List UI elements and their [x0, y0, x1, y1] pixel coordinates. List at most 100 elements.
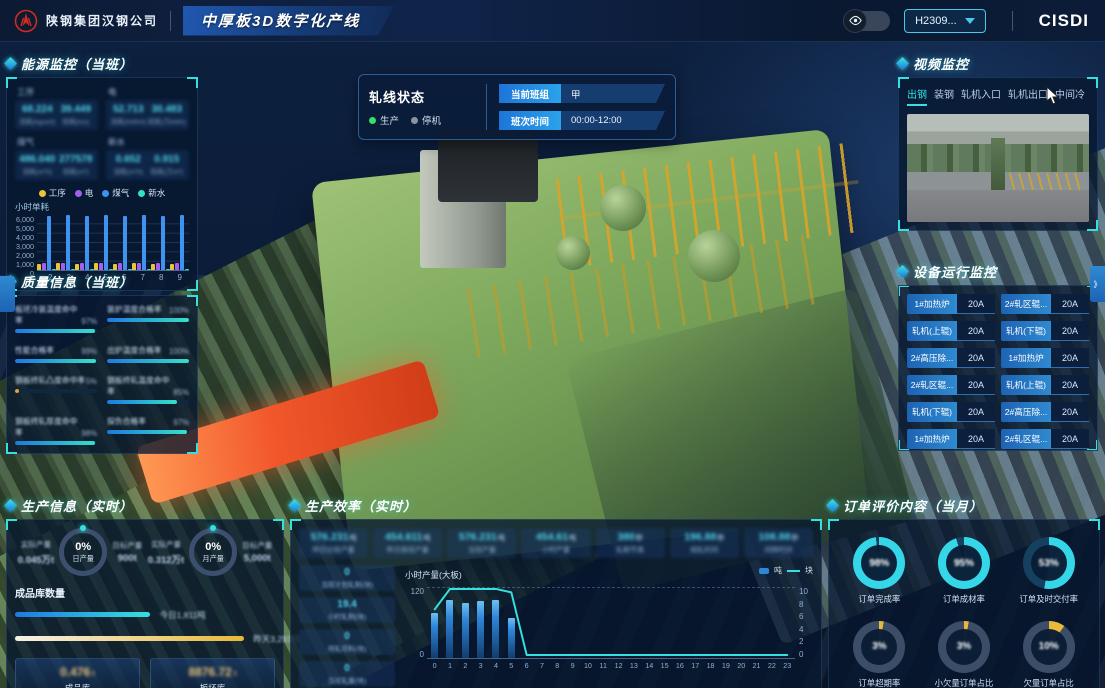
- equipment-row: 轧机(上辊)20A: [907, 321, 995, 341]
- hourly-bar: [504, 588, 519, 658]
- equipment-row: 1#加热炉20A: [1001, 348, 1089, 368]
- page-title: 中厚板3D数字化产线: [183, 6, 394, 36]
- heat-number-value: H2309...: [915, 15, 957, 27]
- producing-status-dot: [369, 117, 376, 124]
- diamond-icon: [4, 57, 17, 70]
- line-status-legend: 生产 停机: [369, 113, 474, 127]
- hourly-chart-left-axis: 1200: [405, 587, 427, 659]
- side-card: 0待轧坯料(块): [299, 629, 395, 655]
- panel-video-monitor: 视频监控 出钢 装钢 轧机入口 轧机出口 中间冷 电加热: [898, 54, 1098, 231]
- quality-item: 装炉温度合格率100%: [107, 304, 189, 333]
- equipment-label-badge[interactable]: 2#高压除...: [1001, 402, 1051, 422]
- gauge-on-time-delivery: 53% 订单及时交付率: [1019, 537, 1078, 605]
- hourly-bar: [488, 588, 503, 658]
- equipment-label-badge[interactable]: 轧机(下辊): [1001, 321, 1051, 341]
- panel-production-efficiency: 生产效率（实时） 576.231吨昨日白班产量 454.611吨昨日夜班产量 5…: [290, 496, 822, 688]
- equipment-current-value: 20A: [957, 402, 995, 422]
- video-floor: [907, 190, 1089, 222]
- equipment-label-badge[interactable]: 轧机(上辊): [1001, 375, 1051, 395]
- diamond-icon: [896, 57, 909, 70]
- stat-card: 576.231吨昨日白班产量: [299, 528, 368, 558]
- equipment-label-badge[interactable]: 轧机(上辊): [907, 321, 957, 341]
- diamond-icon: [4, 499, 17, 512]
- production-panel-title: 生产信息（实时）: [6, 496, 284, 515]
- gauge-shortage-ratio: 10% 欠量订单占比: [1023, 621, 1075, 688]
- equipment-label-badge[interactable]: 2#轧区辊...: [907, 375, 957, 395]
- hourly-bar: [749, 588, 764, 658]
- equipment-row: 2#高压除...20A: [907, 348, 995, 368]
- daily-output-donut: 0%日产量: [59, 528, 107, 576]
- stat-card: 108.88秒间隙时间: [744, 528, 813, 558]
- tab-tapping[interactable]: 出钢: [907, 86, 927, 106]
- equipment-current-value: 20A: [957, 294, 995, 314]
- hourly-chart-title: 小时产量(大板): [405, 570, 462, 580]
- equipment-label-badge[interactable]: 轧机(下辊): [907, 402, 957, 422]
- equipment-panel-collapse-tab[interactable]: 》: [1090, 266, 1105, 302]
- quality-item: 钢板终轧厚度命中率98%: [15, 416, 97, 445]
- equipment-row: 1#加热炉20A: [907, 294, 995, 314]
- energy-bar-group: [56, 215, 75, 270]
- tab-charging[interactable]: 装钢: [934, 86, 954, 106]
- hourly-bar: [458, 588, 473, 658]
- energy-bar-group: [37, 215, 56, 270]
- hourly-bar: [596, 588, 611, 658]
- equipment-row: 2#高压除...20A: [1001, 402, 1089, 422]
- monthly-output-donut: 0%月产量: [189, 528, 237, 576]
- equipment-label-badge[interactable]: 2#轧区辊...: [1001, 429, 1051, 449]
- hourly-bar: [764, 588, 779, 658]
- header-bar: 陕钢集团汉钢公司 中厚板3D数字化产线 H2309... CISDI: [0, 0, 1105, 42]
- hourly-bar: [427, 588, 442, 658]
- quality-panel-collapse-tab[interactable]: [0, 276, 15, 312]
- company-name: 陕钢集团汉钢公司: [46, 12, 158, 29]
- line-legend-icon: [787, 570, 800, 572]
- equipment-row: 2#轧区辊...20A: [1001, 294, 1089, 314]
- quality-items: 板坯冷装温度命中率97% 装炉温度合格率100% 性能合格率99% 出炉温度合格…: [15, 304, 189, 445]
- equipment-row: 2#轧区辊...20A: [1001, 429, 1089, 449]
- slab-stock-card: 8876.72t 板坯库: [150, 658, 275, 688]
- equipment-label-badge[interactable]: 1#加热炉: [1001, 348, 1051, 368]
- heat-number-dropdown[interactable]: H2309...: [904, 9, 986, 33]
- hourly-bar: [703, 588, 718, 658]
- equipment-list: 1#加热炉20A2#轧区辊...20A轧机(上辊)20A轧机(下辊)20A2#高…: [907, 294, 1089, 449]
- equipment-label-badge[interactable]: 1#加热炉: [907, 429, 957, 449]
- gauge-small-shortage: 3% 小欠量订单占比: [935, 621, 994, 688]
- gauge-order-yield: 95% 订单成材率: [938, 537, 990, 605]
- stat-card: 196.88秒纯轧时间: [670, 528, 739, 558]
- chevron-down-icon: [965, 18, 975, 24]
- equipment-label-badge[interactable]: 2#高压除...: [907, 348, 957, 368]
- side-card: 0当班计划轧制(块): [299, 565, 395, 591]
- energy-group-gas: 煤气 486.040消耗(m³/t) 277578班耗(m³): [15, 136, 98, 180]
- energy-bar-group: [113, 215, 132, 270]
- dashboard-root: 陕钢集团汉钢公司 中厚板3D数字化产线 H2309... CISDI: [0, 0, 1105, 688]
- line-status-title: 轧线状态: [369, 87, 474, 106]
- tab-mill-exit[interactable]: 轧机出口: [1008, 86, 1048, 106]
- equipment-current-value: 20A: [1051, 375, 1089, 395]
- tab-intermediate-cooling[interactable]: 中间冷: [1055, 86, 1085, 106]
- equipment-label-badge[interactable]: 2#轧区辊...: [1001, 294, 1051, 314]
- visibility-toggle[interactable]: [844, 11, 890, 31]
- equipment-current-value: 20A: [1051, 402, 1089, 422]
- finished-stock-card: 0.476t 成品库: [15, 658, 140, 688]
- hourly-chart-legend: 吨 块: [759, 565, 813, 576]
- hourly-bar: [534, 588, 549, 658]
- panel-quality-info: 质量信息（当班） 板坯冷装温度命中率97% 装炉温度合格率100% 性能合格率9…: [6, 272, 198, 454]
- hourly-bar: [688, 588, 703, 658]
- hourly-bar: [550, 588, 565, 658]
- gauge-order-completion: 98% 订单完成率: [853, 537, 905, 605]
- quality-item: 钢板终轧凸度命中率5%: [15, 375, 97, 404]
- energy-chart-legend: 工序 电 煤气 新水: [15, 187, 189, 199]
- energy-chart-plot: [37, 215, 189, 271]
- hourly-bar: [642, 588, 657, 658]
- energy-chart-y-axis: 6,0005,0004,0003,0002,0001,0000: [15, 215, 37, 271]
- equipment-label-badge[interactable]: 1#加热炉: [907, 294, 957, 314]
- line-status-divider: [486, 84, 487, 130]
- chevrons-right-icon: 》: [1094, 279, 1102, 290]
- hourly-bar: [734, 588, 749, 658]
- hourly-bar: [672, 588, 687, 658]
- side-card: 0当班轧废(块): [299, 661, 395, 687]
- equipment-row: 1#加热炉20A: [907, 429, 995, 449]
- tab-mill-entry[interactable]: 轧机入口: [961, 86, 1001, 106]
- video-frame[interactable]: [907, 114, 1089, 222]
- energy-bar-group: [170, 215, 189, 270]
- hourly-output-chart: 小时产量(大板) 吨 块 1200 1086420: [405, 565, 813, 687]
